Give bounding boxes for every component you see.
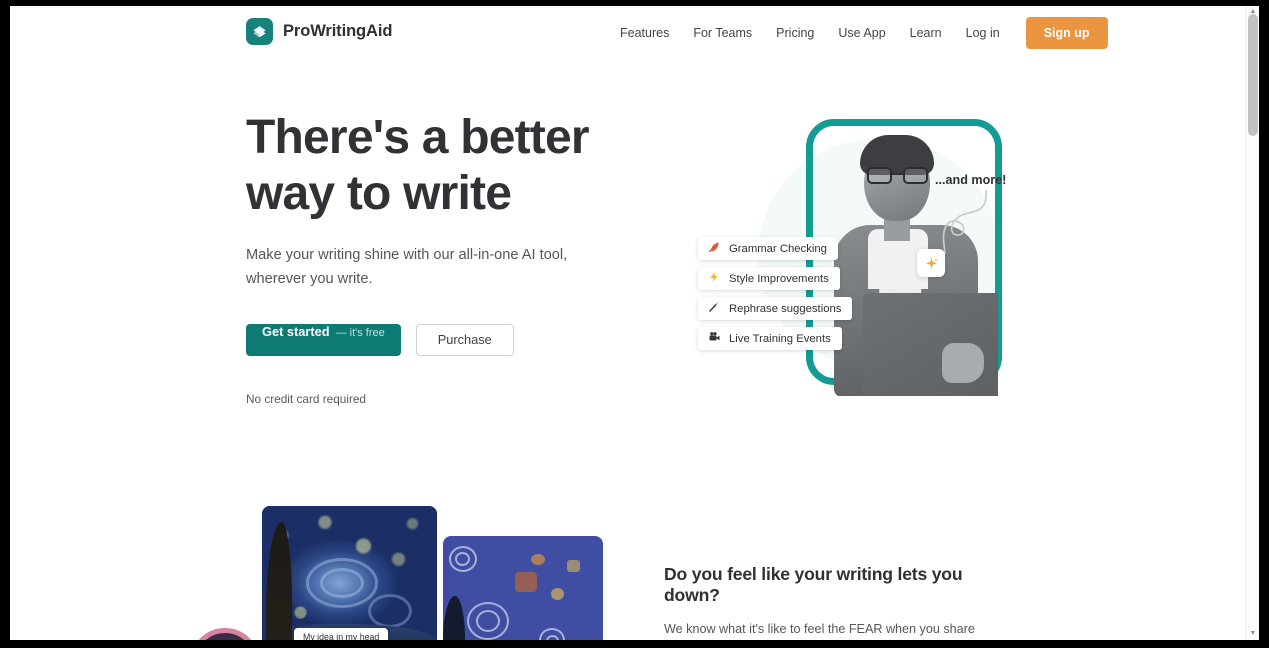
- prowritingaid-logo-icon: [246, 18, 273, 45]
- sketch-spiral: [476, 610, 500, 632]
- hero-cta-group: Get started — it's free Purchase: [246, 323, 646, 356]
- decorative-pink-circle: [190, 628, 260, 640]
- brand-name: ProWritingAid: [283, 22, 393, 40]
- video-camera-icon: [707, 331, 721, 347]
- starry-night-painting: My idea in my head: [262, 506, 437, 640]
- feature-pill-label: Live Training Events: [729, 332, 831, 345]
- browser-viewport: ProWritingAid Features For Teams Pricing…: [10, 6, 1259, 640]
- hero-subtitle: Make your writing shine with our all-in-…: [246, 247, 568, 287]
- feature-pill-grammar-checking[interactable]: Grammar Checking: [698, 237, 838, 260]
- lower-section-body: We know what it's like to feel the FEAR …: [664, 622, 975, 636]
- person-hand: [942, 343, 984, 383]
- nav-link-learn[interactable]: Learn: [898, 18, 954, 48]
- magic-wand-icon: [707, 301, 721, 317]
- get-started-button[interactable]: Get started — it's free: [246, 323, 401, 356]
- lightning-bolt-icon: [707, 271, 721, 287]
- get-started-sublabel: — it's free: [335, 326, 385, 339]
- sign-up-button[interactable]: Sign up: [1025, 17, 1108, 49]
- sketch-spiral: [455, 552, 470, 566]
- vertical-scrollbar[interactable]: ▲ ▼: [1245, 6, 1259, 640]
- no-credit-card-note: No credit card required: [246, 391, 366, 406]
- curved-arrow-icon: [942, 190, 987, 254]
- get-started-label: Get started: [262, 323, 330, 339]
- nav-link-for-teams[interactable]: For Teams: [681, 18, 764, 48]
- scroll-down-arrow-icon[interactable]: ▼: [1249, 630, 1257, 638]
- scrollbar-thumb[interactable]: [1248, 14, 1258, 136]
- feature-pill-rephrase-suggestions[interactable]: Rephrase suggestions: [698, 297, 853, 320]
- lower-text-section: Do you feel like your writing lets you d…: [664, 564, 1016, 640]
- paint-swirl: [320, 568, 364, 598]
- feature-pill-label: Grammar Checking: [729, 242, 827, 255]
- nav-link-use-app[interactable]: Use App: [826, 18, 897, 48]
- laptop: [863, 293, 998, 396]
- hero-illustration: ...and more! Grammar Checking Style Impr…: [670, 101, 1040, 401]
- sparkle-icon: [917, 249, 945, 277]
- and-more-annotation: ...and more!: [935, 173, 1007, 187]
- sketch-star: [551, 588, 564, 600]
- feature-pill-label: Rephrase suggestions: [729, 302, 842, 315]
- feature-pill-style-improvements[interactable]: Style Improvements: [698, 267, 840, 290]
- feather-pen-icon: [707, 241, 721, 257]
- main-navigation: Features For Teams Pricing Use App Learn…: [608, 17, 1108, 49]
- feature-pill-live-training-events[interactable]: Live Training Events: [698, 327, 842, 350]
- nav-link-log-in[interactable]: Log in: [954, 18, 1012, 48]
- nav-link-features[interactable]: Features: [608, 18, 681, 48]
- sketch-star: [515, 572, 537, 592]
- starry-night-sketch: [443, 536, 603, 640]
- paint-swirl: [368, 594, 412, 628]
- purchase-button[interactable]: Purchase: [415, 323, 514, 356]
- glasses-icon: [867, 167, 928, 184]
- window-left-bezel: [0, 0, 10, 648]
- page-content: ProWritingAid Features For Teams Pricing…: [10, 6, 1245, 640]
- brand-logo-link[interactable]: ProWritingAid: [246, 18, 392, 45]
- hero-section: There's a better way to write Make your …: [246, 110, 646, 406]
- nav-link-pricing[interactable]: Pricing: [764, 18, 826, 48]
- hero-title: There's a better way to write: [246, 111, 590, 221]
- window-right-bezel: [1259, 0, 1269, 648]
- image-caption: My idea in my head: [294, 628, 389, 640]
- sketch-cypress-tree: [443, 596, 465, 640]
- lower-section-heading: Do you feel like your writing lets you d…: [664, 564, 963, 605]
- window-bottom-bezel: [0, 640, 1269, 648]
- feature-pill-list: Grammar Checking Style Improvements Reph…: [698, 237, 853, 350]
- site-header: ProWritingAid Features For Teams Pricing…: [10, 6, 1245, 62]
- sketch-star: [567, 560, 580, 572]
- feature-pill-label: Style Improvements: [729, 272, 829, 285]
- sketch-star: [531, 554, 545, 565]
